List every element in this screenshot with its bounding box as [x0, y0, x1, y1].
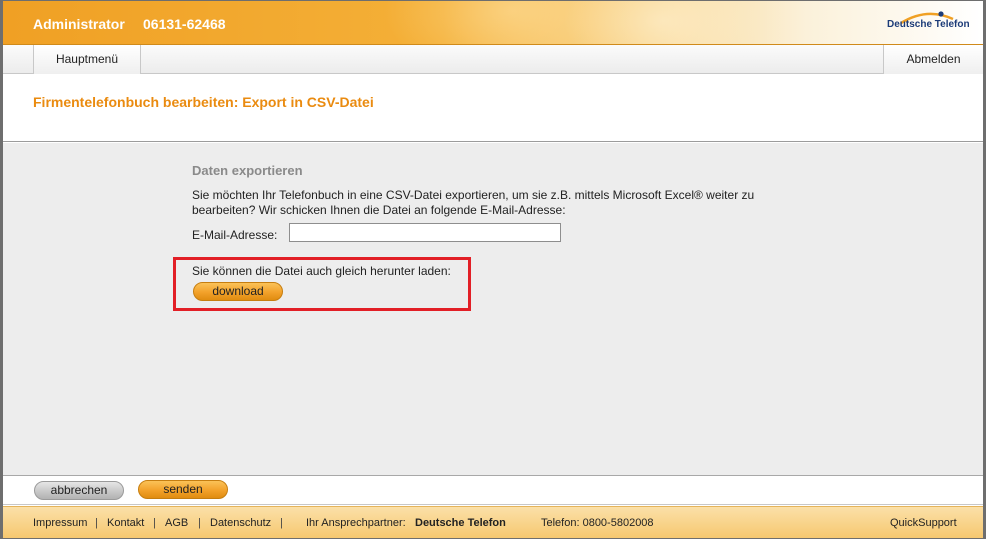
- logout-button[interactable]: Abmelden: [883, 45, 983, 74]
- contact-phone: Telefon: 0800-5802008: [541, 517, 654, 529]
- section-title: Daten exportieren: [192, 163, 303, 178]
- cancel-button[interactable]: abbrechen: [34, 481, 124, 500]
- header-glow-2: [563, 1, 763, 44]
- nav-bar: Hauptmenü Abmelden: [3, 45, 983, 74]
- page-title: Firmentelefonbuch bearbeiten: Export in …: [33, 94, 374, 110]
- user-phone: 06131-62468: [143, 16, 226, 32]
- export-panel: Daten exportieren Sie möchten Ihr Telefo…: [3, 143, 983, 476]
- quicksupport-link[interactable]: QuickSupport: [890, 517, 957, 529]
- user-name: Administrator: [33, 16, 125, 32]
- email-label: E-Mail-Adresse:: [192, 228, 278, 242]
- logo-text: Deutsche Telefon: [887, 19, 970, 30]
- contact-label: Ihr Ansprechpartner:: [306, 517, 406, 529]
- title-area: Firmentelefonbuch bearbeiten: Export in …: [3, 74, 983, 142]
- footer-link-impressum[interactable]: Impressum: [33, 517, 87, 529]
- download-button[interactable]: download: [193, 282, 283, 301]
- main-menu-button[interactable]: Hauptmenü: [33, 45, 141, 74]
- footer-separator: |: [198, 517, 201, 529]
- app-window: Administrator 06131-62468 Deutsche Telef…: [0, 0, 986, 539]
- header-bar: Administrator 06131-62468 Deutsche Telef…: [3, 1, 983, 45]
- download-text: Sie können die Datei auch gleich herunte…: [192, 264, 451, 278]
- export-description: Sie möchten Ihr Telefonbuch in eine CSV-…: [192, 188, 755, 217]
- send-button[interactable]: senden: [138, 480, 228, 499]
- action-bar: abbrechen senden: [3, 477, 983, 505]
- footer-link-agb[interactable]: AGB: [165, 517, 188, 529]
- footer-link-datenschutz[interactable]: Datenschutz: [210, 517, 271, 529]
- footer-separator: |: [95, 517, 98, 529]
- contact-name: Deutsche Telefon: [415, 517, 506, 529]
- footer-separator: |: [280, 517, 283, 529]
- footer-bar: Impressum | Kontakt | AGB | Datenschutz …: [3, 506, 983, 538]
- deutsche-telefon-logo: Deutsche Telefon: [883, 9, 973, 39]
- footer-separator: |: [153, 517, 156, 529]
- footer-link-kontakt[interactable]: Kontakt: [107, 517, 144, 529]
- email-input[interactable]: [289, 223, 561, 242]
